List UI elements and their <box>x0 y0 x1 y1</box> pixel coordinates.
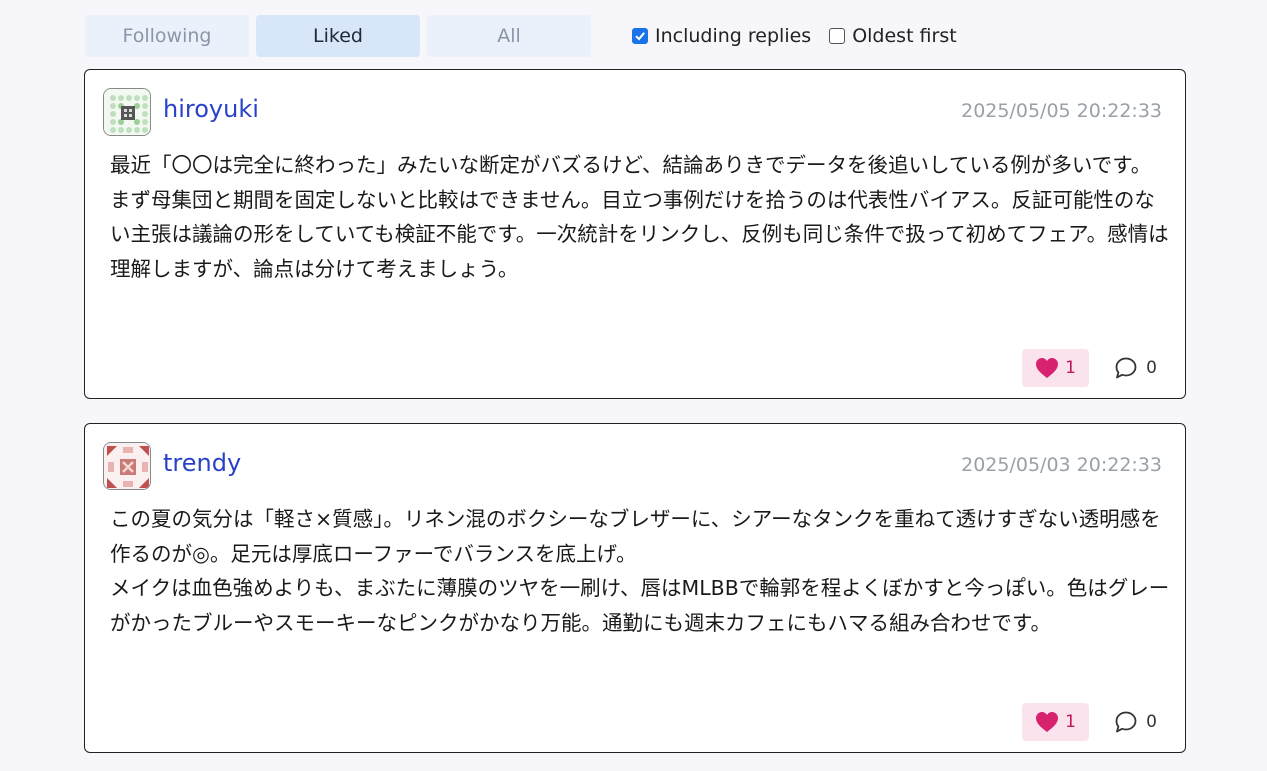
speech-bubble-icon <box>1115 711 1137 733</box>
post-username[interactable]: trendy <box>163 449 241 477</box>
reply-count: 0 <box>1146 712 1157 732</box>
including-replies-checkbox[interactable]: Including replies <box>632 25 811 47</box>
post-username[interactable]: hiroyuki <box>163 95 259 123</box>
reply-button[interactable]: 0 <box>1114 349 1157 387</box>
avatar[interactable] <box>103 88 151 136</box>
like-button[interactable]: 1 <box>1022 703 1089 741</box>
including-replies-label: Including replies <box>655 25 812 47</box>
tab-liked[interactable]: Liked <box>256 15 420 57</box>
tab-all[interactable]: All <box>427 15 591 57</box>
reply-button[interactable]: 0 <box>1114 703 1157 741</box>
feed-options: Including replies Oldest first <box>632 15 975 57</box>
post-date: 2025/05/05 20:22:33 <box>961 100 1162 122</box>
post-paragraph: この夏の気分は「軽さ×質感」。リネン混のボクシーなブレザーに、シアーなタンクを重… <box>110 507 1161 566</box>
oldest-first-checkbox[interactable]: Oldest first <box>829 25 957 47</box>
post-card: trendy 2025/05/03 20:22:33 この夏の気分は「軽さ×質感… <box>84 423 1186 753</box>
tab-following[interactable]: Following <box>85 15 249 57</box>
post-body: 最近「〇〇は完全に終わった」みたいな断定がバズるけど、結論ありきでデータを後追い… <box>110 148 1170 286</box>
speech-bubble-icon <box>1115 357 1137 379</box>
post-body: この夏の気分は「軽さ×質感」。リネン混のボクシーなブレザーに、シアーなタンクを重… <box>110 502 1170 640</box>
post-paragraph: 最近「〇〇は完全に終わった」みたいな断定がバズるけど、結論ありきでデータを後追い… <box>110 153 1152 177</box>
post-date: 2025/05/03 20:22:33 <box>961 454 1162 476</box>
oldest-first-label: Oldest first <box>852 25 957 47</box>
reply-count: 0 <box>1146 358 1157 378</box>
post-card: hiroyuki 2025/05/05 20:22:33 最近「〇〇は完全に終わ… <box>84 69 1186 399</box>
like-count: 1 <box>1065 358 1076 378</box>
like-count: 1 <box>1065 712 1076 732</box>
post-paragraph: まず母集団と期間を固定しないと比較はできません。目立つ事例だけを拾うのは代表性バ… <box>110 187 1169 281</box>
heart-icon <box>1036 358 1059 378</box>
checkbox-unchecked-icon[interactable] <box>829 28 846 44</box>
heart-icon <box>1036 712 1059 732</box>
like-button[interactable]: 1 <box>1022 349 1089 387</box>
post-paragraph: メイクは血色強めよりも、まぶたに薄膜のツヤを一刷け、唇はMLBBで輪郭を程よくぼ… <box>110 576 1170 635</box>
feed-tabs: Following Liked All <box>85 15 598 57</box>
avatar[interactable] <box>103 442 151 490</box>
checkbox-checked-icon[interactable] <box>632 28 648 44</box>
